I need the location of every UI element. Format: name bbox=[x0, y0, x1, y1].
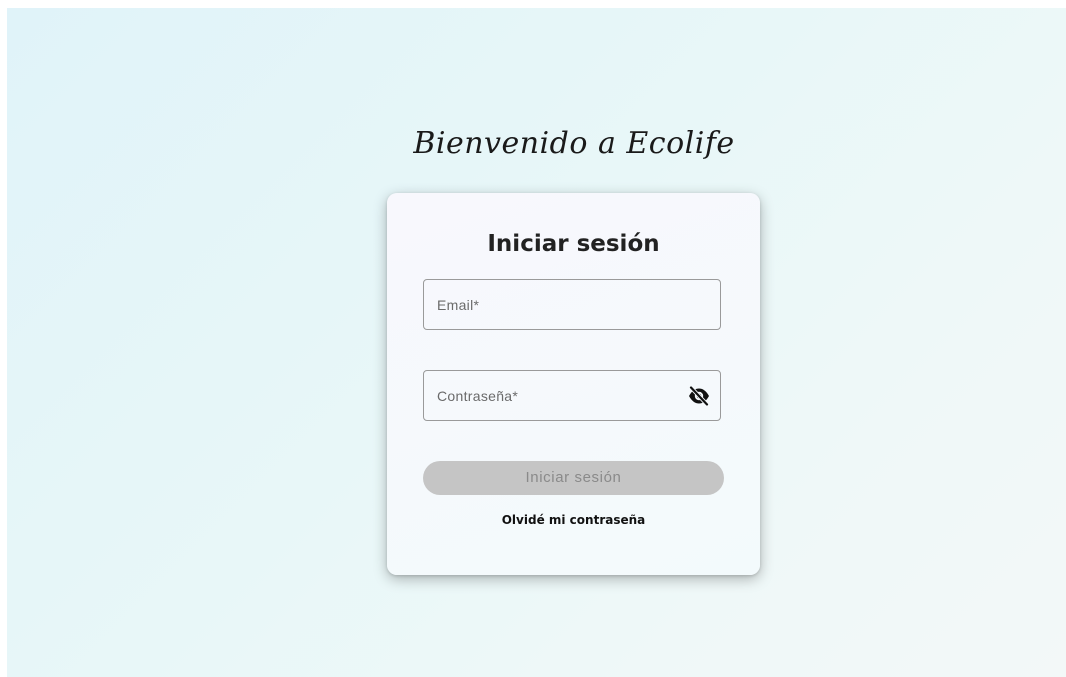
password-field-container bbox=[423, 370, 721, 421]
eye-off-icon[interactable] bbox=[688, 385, 710, 407]
login-title: Iniciar sesión bbox=[487, 231, 660, 257]
forgot-password-link[interactable]: Olvidé mi contraseña bbox=[387, 513, 760, 527]
email-field-container bbox=[423, 279, 721, 330]
password-field[interactable] bbox=[424, 371, 720, 420]
login-submit-button[interactable]: Iniciar sesión bbox=[423, 461, 724, 495]
login-card: Iniciar sesión Iniciar sesión Olvidé mi … bbox=[387, 193, 760, 575]
email-field[interactable] bbox=[424, 280, 720, 329]
page-background: Bienvenido a Ecolife Iniciar sesión Inic… bbox=[7, 8, 1066, 677]
welcome-heading: Bienvenido a Ecolife bbox=[413, 126, 735, 161]
